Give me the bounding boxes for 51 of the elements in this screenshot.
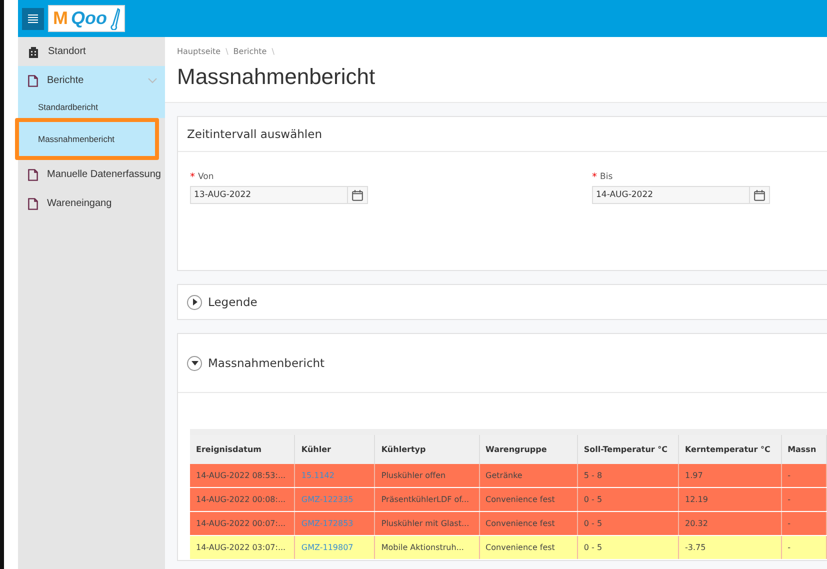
- logo-text: Qoo: [71, 8, 107, 29]
- nav-item[interactable]: Standort: [18, 37, 165, 66]
- column-header[interactable]: Soll-Temperatur °C: [577, 432, 678, 464]
- breadcrumb-link[interactable]: Berichte: [233, 47, 267, 56]
- expand-toggle[interactable]: [187, 294, 202, 310]
- thermometer-icon: [110, 8, 120, 30]
- breadcrumb-link[interactable]: Hauptseite: [177, 47, 221, 56]
- document-icon: [28, 198, 38, 210]
- triangle-right-icon: [190, 298, 198, 306]
- column-header[interactable]: Kerntemperatur °C: [678, 432, 782, 464]
- calendar-icon: [754, 190, 765, 200]
- building-icon: [28, 46, 39, 58]
- table-cell: -3.75: [678, 536, 782, 560]
- breadcrumb-separator: \: [226, 47, 228, 56]
- logo-letter: M: [53, 8, 68, 29]
- menu-button[interactable]: [22, 8, 44, 30]
- date-input[interactable]: 13-AUG-2022: [191, 187, 347, 203]
- column-header[interactable]: Kühler: [294, 432, 375, 464]
- nav-item[interactable]: Wareneingang: [18, 189, 165, 218]
- table-cell: 14-AUG-2022 03:07:...: [190, 536, 295, 560]
- panel-title: Legende: [208, 295, 258, 309]
- table-cell: 0 - 5: [577, 536, 678, 560]
- triangle-down-icon: [190, 359, 198, 367]
- expand-toggle[interactable]: [187, 356, 202, 370]
- column-header[interactable]: Ereignisdatum: [190, 432, 295, 464]
- panel-title: Zeitintervall auswählen: [187, 127, 322, 141]
- document-icon: [28, 168, 38, 180]
- panel-title: Massnahmenbericht: [208, 356, 325, 370]
- required-mark: *: [190, 172, 195, 183]
- document-icon: [28, 74, 38, 86]
- page-title: Massnahmenbericht: [177, 64, 376, 90]
- column-header[interactable]: Massn: [781, 432, 826, 464]
- calendar-icon: [352, 190, 363, 200]
- table-cell: -: [781, 536, 826, 560]
- chevron-down-icon: [148, 78, 157, 84]
- field-label: Von: [198, 172, 214, 183]
- menu-icon: [28, 14, 38, 23]
- required-mark: *: [592, 172, 597, 183]
- nav-subitem[interactable]: Massnahmenbericht: [15, 118, 159, 160]
- nav-subitem[interactable]: Standardbericht: [18, 95, 165, 118]
- table-cell: Mobile Aktionstruh...: [374, 536, 480, 560]
- table-cell: Convenience fest: [479, 536, 578, 560]
- nav-item[interactable]: Manuelle Datenerfassung: [18, 160, 165, 189]
- breadcrumb-separator: \: [272, 47, 274, 56]
- column-header[interactable]: Kühlertyp: [374, 432, 480, 464]
- date-input[interactable]: 14-AUG-2022: [593, 187, 749, 203]
- date-field[interactable]: 14-AUG-2022: [592, 186, 770, 204]
- date-field[interactable]: 13-AUG-2022: [190, 186, 368, 204]
- field-label: Bis: [600, 172, 613, 183]
- column-header[interactable]: Warengruppe: [479, 432, 578, 464]
- nav-item[interactable]: Berichte: [18, 66, 165, 95]
